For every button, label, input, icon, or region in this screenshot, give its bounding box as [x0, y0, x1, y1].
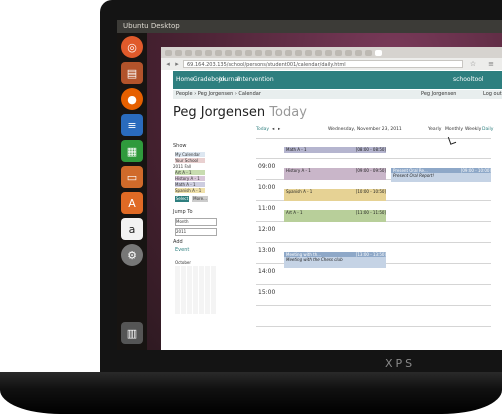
calendar-school[interactable]: Your School [175, 158, 205, 163]
browser-tab-strip [161, 47, 502, 58]
add-event-link[interactable]: Event [175, 247, 189, 253]
person-name: Peg Jorgensen [173, 105, 266, 120]
hour-row [256, 305, 491, 326]
schooltool-page: Home Gradebook Journal Intervention scho… [161, 70, 502, 350]
mini-calendar[interactable] [175, 266, 217, 314]
logout-link[interactable]: Log out [483, 90, 502, 99]
st-nav: Home Gradebook Journal Intervention scho… [173, 71, 502, 89]
view-daily[interactable]: Daily [482, 125, 493, 134]
tab[interactable] [245, 50, 252, 56]
tab[interactable] [365, 50, 372, 56]
add-label: Add [173, 239, 183, 245]
nav-intervention[interactable]: Intervention [237, 76, 274, 83]
year-select[interactable]: 2011 [175, 228, 217, 236]
jump-label: Jump To [173, 209, 193, 215]
more-button[interactable]: More... [192, 196, 208, 202]
today-button[interactable]: Today [256, 125, 269, 134]
tab[interactable] [205, 50, 212, 56]
tab[interactable] [275, 50, 282, 56]
event-art[interactable]: Art A - 1 [11:00 - 11:50] [284, 210, 386, 222]
tab[interactable] [305, 50, 312, 56]
tab[interactable] [175, 50, 182, 56]
tab[interactable] [225, 50, 232, 56]
laptop-brand: XPS [385, 357, 416, 370]
tab[interactable] [355, 50, 362, 56]
software-center-icon[interactable]: A [121, 192, 143, 214]
st-header: Home Gradebook Journal Intervention scho… [161, 70, 502, 90]
writer-icon[interactable]: ≡ [121, 114, 143, 136]
calendar-art[interactable]: Art A - 1 [175, 170, 205, 175]
calendar-toolbar: Today ◂ ▸ Wednesday, November 23, 2011 Y… [256, 125, 496, 134]
star-icon[interactable]: ☆ [469, 60, 477, 68]
tab[interactable] [255, 50, 262, 56]
tab[interactable] [345, 50, 352, 56]
tab-active[interactable] [375, 50, 382, 56]
hour-row: 12:00 [256, 221, 491, 242]
forward-icon[interactable]: ▸ [173, 60, 181, 68]
select-button[interactable]: Select [175, 196, 189, 202]
today-heading: Today [269, 105, 307, 120]
calendar-math[interactable]: Math A - 1 [175, 182, 205, 187]
event-chess[interactable]: Meeting with the Chess club [284, 257, 386, 268]
mini-calendar-title: October [175, 260, 192, 265]
event-oral-report[interactable]: Present Oral Report! [391, 173, 491, 182]
calendar-term[interactable]: 2011 Fall [173, 164, 191, 169]
impress-icon[interactable]: ▭ [121, 166, 143, 188]
firefox-icon[interactable]: ● [121, 88, 143, 110]
tab[interactable] [325, 50, 332, 56]
menu-icon[interactable]: ≡ [487, 60, 495, 68]
ubuntu-top-bar: Ubuntu Desktop [117, 20, 502, 33]
laptop: XPS Ubuntu Desktop ◎ ▤ ● ≡ ▦ ▭ A a ⚙ ▥ ◂… [0, 0, 502, 414]
show-label: Show [173, 143, 187, 149]
url-input[interactable]: 69.164.203.135/school/persons/student001… [183, 60, 463, 68]
hour-row [256, 326, 491, 347]
tab[interactable] [235, 50, 242, 56]
hour-row: 15:00 [256, 284, 491, 305]
event-history[interactable]: History A - 1 [09:00 - 09:50] [284, 168, 386, 180]
tab[interactable] [285, 50, 292, 56]
page-title: Peg Jorgensen Today [173, 105, 307, 120]
tab[interactable] [185, 50, 192, 56]
user-name: Peg Jorgensen [421, 91, 457, 97]
nav-home[interactable]: Home [176, 76, 194, 83]
view-weekly[interactable]: Weekly [465, 125, 481, 134]
view-monthly[interactable]: Monthly [445, 125, 463, 134]
launcher: ◎ ▤ ● ≡ ▦ ▭ A a ⚙ ▥ [117, 33, 147, 350]
amazon-icon[interactable]: a [121, 218, 143, 240]
settings-icon[interactable]: ⚙ [121, 244, 143, 266]
calendar-spanish[interactable]: Spanish A - 1 [175, 188, 205, 193]
files-icon[interactable]: ▤ [121, 62, 143, 84]
tab[interactable] [265, 50, 272, 56]
back-icon[interactable]: ◂ [164, 60, 172, 68]
next-icon[interactable]: ▸ [278, 125, 280, 134]
trash-icon[interactable]: ▥ [121, 322, 143, 344]
address-bar-row: ◂ ▸ 69.164.203.135/school/persons/studen… [161, 58, 502, 70]
tab[interactable] [215, 50, 222, 56]
calendar-history[interactable]: History A - 1 [175, 176, 205, 181]
st-subbar: People › Peg Jorgensen › Calendar Peg Jo… [173, 90, 502, 99]
tab[interactable] [335, 50, 342, 56]
tab[interactable] [295, 50, 302, 56]
tab[interactable] [165, 50, 172, 56]
browser-window: ◂ ▸ 69.164.203.135/school/persons/studen… [161, 47, 502, 350]
event-spanish[interactable]: Spanish A - 1 [10:00 - 10:50] [284, 189, 386, 201]
view-yearly[interactable]: Yearly [428, 125, 441, 134]
calc-icon[interactable]: ▦ [121, 140, 143, 162]
event-math[interactable]: Math A - 1 [08:00 - 08:50] [284, 147, 386, 153]
screen: Ubuntu Desktop ◎ ▤ ● ≡ ▦ ▭ A a ⚙ ▥ ◂ ▸ 6… [117, 20, 502, 350]
prev-icon[interactable]: ◂ [272, 125, 274, 134]
breadcrumb[interactable]: People › Peg Jorgensen › Calendar [176, 90, 261, 99]
schooltool-logo: schooltool [453, 76, 484, 83]
tab[interactable] [195, 50, 202, 56]
day-grid: 09:00 10:00 11:00 12:00 13:00 14:00 15:0… [256, 138, 491, 350]
calendar-date: Wednesday, November 23, 2011 [328, 127, 402, 132]
month-select[interactable]: Month [175, 218, 217, 226]
tab[interactable] [315, 50, 322, 56]
calendar-my[interactable]: My Calendar [175, 152, 205, 157]
laptop-base [0, 372, 502, 414]
ubuntu-logo-icon[interactable]: ◎ [121, 36, 143, 58]
